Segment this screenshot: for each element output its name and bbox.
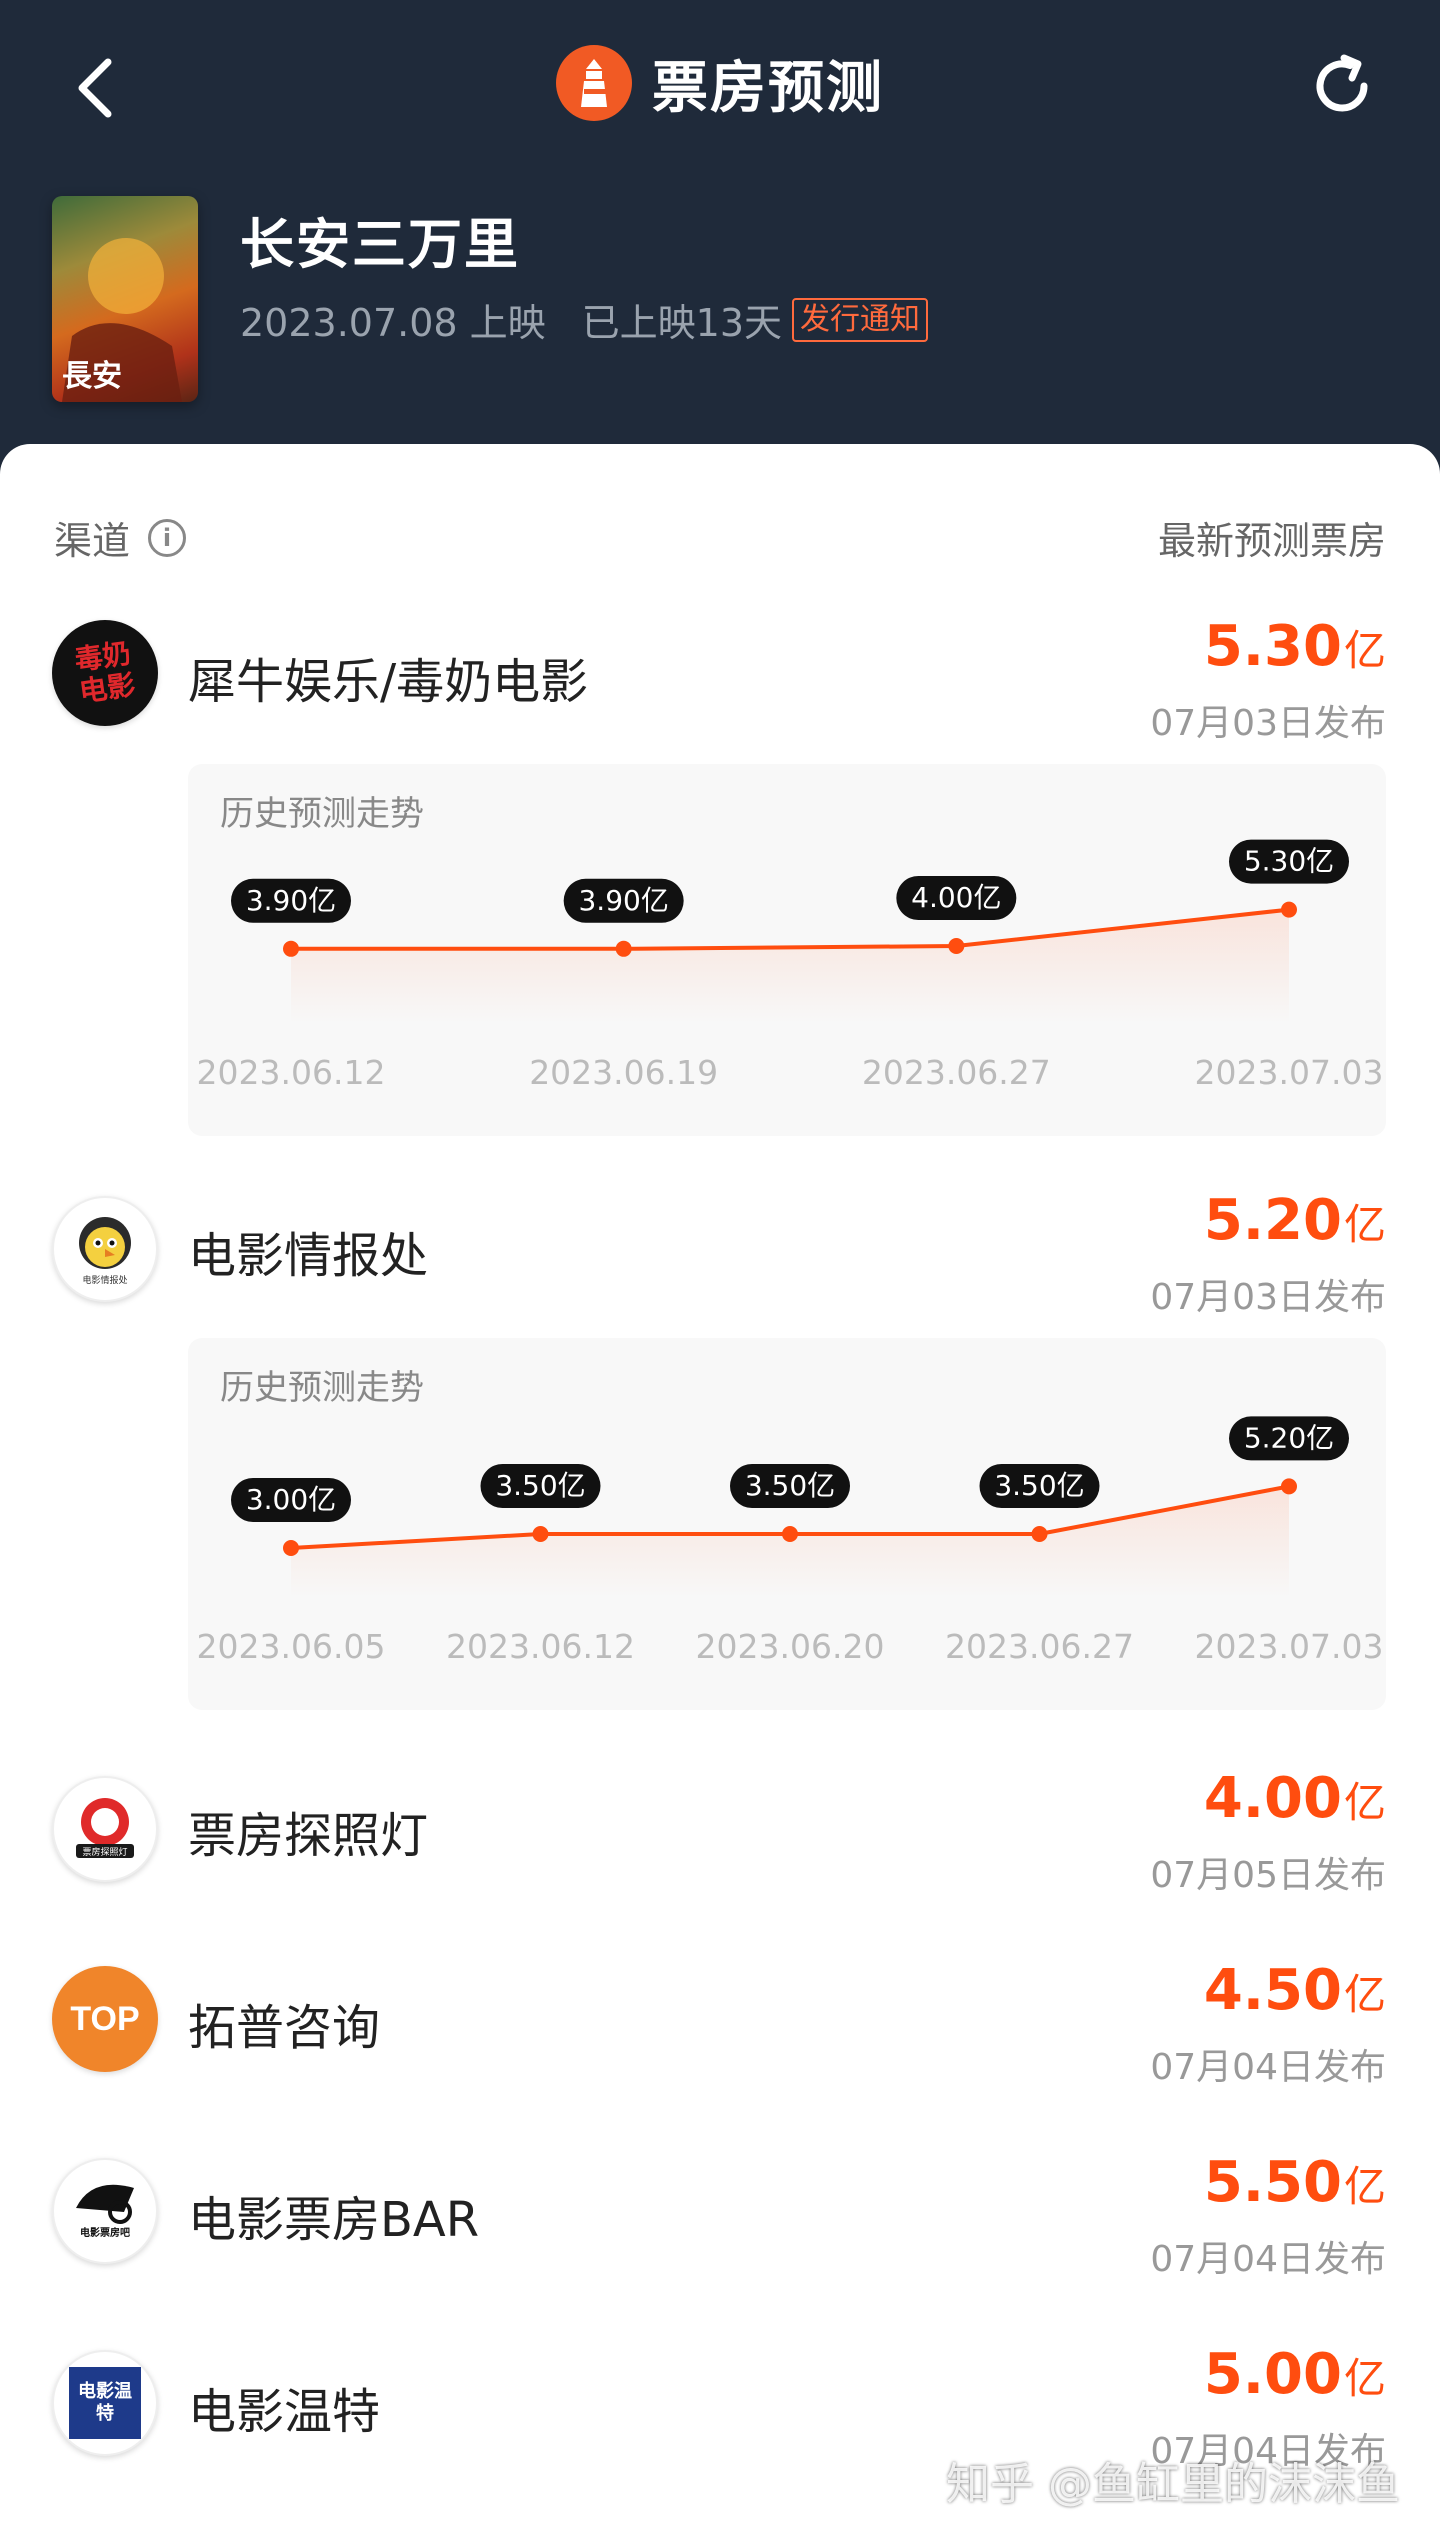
trend-value-label: 5.20亿	[1229, 1416, 1349, 1461]
trend-x-tick: 2023.06.19	[529, 1053, 718, 1092]
channel-latest-value: 5.20亿	[1203, 1188, 1386, 1253]
channel-name[interactable]: 票房探照灯	[188, 1796, 428, 1866]
trend-point	[782, 1526, 798, 1542]
trend-point	[1281, 1478, 1297, 1495]
svg-text:3.00亿: 3.00亿	[246, 1483, 336, 1516]
watermark: 知乎 @鱼缸里的沫沫鱼	[946, 2459, 1400, 2510]
days-in-release: 已上映13天	[581, 301, 783, 345]
trend-x-tick: 2023.06.05	[197, 1627, 386, 1666]
channel-publish-date: 07月04日发布	[1150, 2239, 1386, 2280]
svg-text:5.20亿: 5.20亿	[1244, 1421, 1334, 1454]
trend-x-tick: 2023.06.27	[862, 1053, 1051, 1092]
channel-name[interactable]: 电影情报处	[188, 1216, 428, 1286]
svg-text:3.50亿: 3.50亿	[495, 1469, 585, 1502]
channel-avatar: 电影温特	[52, 2350, 158, 2456]
trend-point	[1031, 1526, 1048, 1542]
channel-publish-date: 07月05日发布	[1150, 1855, 1386, 1896]
trend-x-tick: 2023.06.20	[696, 1627, 885, 1666]
svg-text:4.00亿: 4.00亿	[911, 881, 1001, 914]
movie-meta: 2023.07.08 上映 已上映13天 发行通知	[240, 292, 929, 347]
trend-chart: 历史预测走势 3.90亿 2023.06.12 3.90亿 2023.06.19 4.0…	[188, 764, 1386, 1136]
header-title-group: 票房预测	[0, 38, 1440, 128]
trend-point	[283, 940, 299, 957]
channel-latest-value: 4.00亿	[1203, 1766, 1386, 1831]
info-icon[interactable]: i	[148, 518, 187, 557]
trend-value-label: 3.50亿	[730, 1464, 850, 1508]
page-title: 票房预测	[652, 55, 884, 121]
trend-point	[532, 1526, 549, 1542]
trend-point	[948, 938, 965, 954]
trend-point	[1281, 901, 1297, 918]
trend-value-label: 3.00亿	[231, 1478, 351, 1522]
channel-latest-value: 4.50亿	[1203, 1958, 1386, 2023]
channel-avatar: TOP	[52, 1966, 158, 2072]
latest-label: 最新预测票房	[1157, 519, 1386, 563]
svg-text:5.30亿: 5.30亿	[1244, 845, 1334, 878]
trend-x-tick: 2023.06.12	[446, 1627, 635, 1666]
channel-avatar: 电影票房吧	[52, 2158, 158, 2264]
release-notice-tag[interactable]: 发行通知	[792, 297, 929, 342]
channel-name[interactable]: 拓普咨询	[188, 1988, 380, 2058]
channel-name[interactable]: 电影票房BAR	[188, 2180, 479, 2250]
channel-name[interactable]: 电影温特	[188, 2372, 380, 2442]
svg-text:長安: 長安	[62, 359, 122, 394]
channel-publish-date: 07月03日发布	[1150, 1277, 1386, 1318]
trend-x-tick: 2023.07.03	[1195, 1627, 1384, 1666]
trend-value-label: 3.90亿	[563, 878, 684, 923]
channel-avatar: 票房探照灯	[52, 1776, 158, 1882]
refresh-icon	[1316, 54, 1368, 112]
trend-value-label: 3.50亿	[480, 1464, 601, 1508]
movie-title: 长安三万里	[240, 213, 520, 276]
trend-point	[615, 940, 632, 957]
trend-chart: 历史预测走势 3.00亿 2023.06.05 3.50亿 2023.06.12 3.5…	[188, 1338, 1386, 1710]
svg-text:3.90亿: 3.90亿	[246, 884, 336, 917]
svg-text:票房探照灯: 票房探照灯	[82, 1846, 127, 1858]
prediction-card: 渠道 i 最新预测票房 毒奶电影 犀牛娱乐/毒奶电影 5.30亿 07月03日发…	[0, 444, 1440, 2528]
trend-chart-svg: 3.90亿 2023.06.12 3.90亿 2023.06.19 4.00亿 2023.…	[197, 839, 1384, 1092]
trend-x-tick: 2023.06.27	[945, 1627, 1134, 1666]
trend-chart-svg: 3.00亿 2023.06.05 3.50亿 2023.06.12 3.50亿 2023.…	[197, 1416, 1384, 1666]
latest-column-header: 最新预测票房	[1158, 510, 1386, 565]
app-header: 票房预测 長安 长安三万里 2023.07.08 上映 已上映13天 发行通知	[0, 0, 1440, 444]
channel-name[interactable]: 犀牛娱乐/毒奶电影	[188, 642, 588, 712]
channel-latest-value: 5.30亿	[1203, 614, 1386, 679]
svg-text:3.50亿: 3.50亿	[994, 1469, 1084, 1502]
trend-value-label: 4.00亿	[896, 876, 1017, 920]
svg-text:电影票房吧: 电影票房吧	[80, 2226, 130, 2239]
movie-poster[interactable]: 長安	[52, 196, 198, 402]
refresh-button[interactable]	[1300, 44, 1384, 128]
channel-avatar: 毒奶电影	[52, 620, 158, 726]
channel-label: 渠道	[54, 519, 131, 563]
channel-publish-date: 07月03日发布	[1150, 703, 1386, 744]
svg-text:电影情报处: 电影情报处	[82, 1274, 127, 1286]
channel-latest-value: 5.00亿	[1203, 2342, 1386, 2407]
trend-point	[283, 1540, 299, 1556]
lighthouse-logo-icon	[556, 45, 632, 121]
trend-x-tick: 2023.07.03	[1195, 1053, 1384, 1092]
channel-publish-date: 07月04日发布	[1150, 2047, 1386, 2088]
release-date: 2023.07.08 上映	[240, 301, 546, 345]
channel-latest-value: 5.50亿	[1203, 2150, 1386, 2215]
channel-avatar: 电影情报处	[52, 1196, 158, 1302]
trend-x-tick: 2023.06.12	[197, 1053, 386, 1092]
svg-text:3.90亿: 3.90亿	[578, 884, 668, 917]
svg-text:3.50亿: 3.50亿	[745, 1469, 835, 1502]
trend-value-label: 3.90亿	[231, 878, 351, 923]
trend-value-label: 3.50亿	[979, 1464, 1100, 1508]
trend-value-label: 5.30亿	[1229, 839, 1349, 884]
channel-column-header: 渠道 i	[54, 510, 187, 565]
